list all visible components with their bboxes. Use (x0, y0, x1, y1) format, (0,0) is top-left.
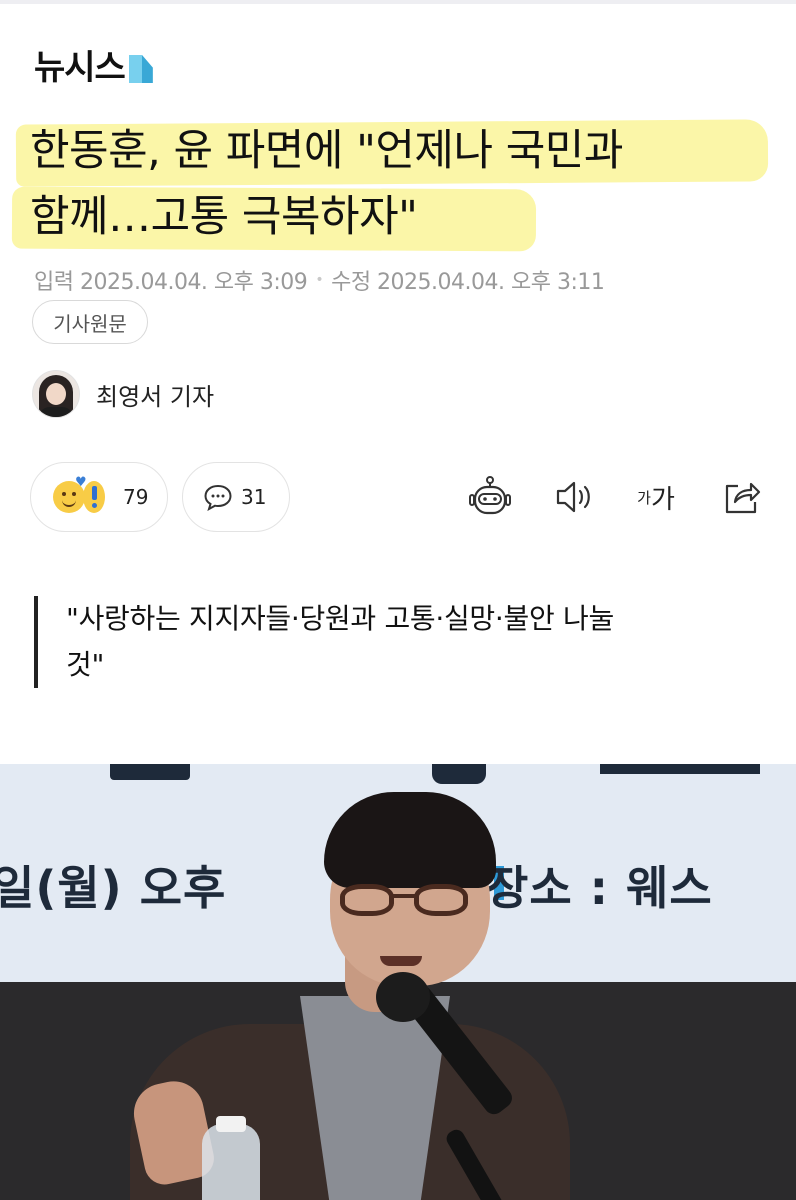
font-size-button[interactable]: 가가 (630, 474, 682, 520)
article-title: 한동훈, 윤 파면에 "언제나 국민과 함께…고통 극복하자" (30, 118, 770, 250)
microphone (376, 972, 430, 1022)
reporter-avatar (32, 370, 80, 418)
reaction-count: 79 (123, 485, 149, 509)
water-bottle (202, 1124, 260, 1200)
modified-time: 수정 2025.04.04. 오후 3:11 (331, 270, 605, 295)
article-subtitle-line1: "사랑하는 지지자들·당원과 고통·실망·불안 나눌 (66, 602, 614, 635)
reaction-emoji-icon: ♥ (53, 475, 115, 517)
article-meta: 입력 2025.04.04. 오후 3:09 • 수정 2025.04.04. … (34, 264, 605, 296)
meta-separator: • (315, 272, 324, 288)
summary-bot-button[interactable] (466, 474, 514, 520)
top-divider (0, 0, 796, 4)
comment-button[interactable]: 31 (182, 462, 290, 532)
reporter-info[interactable]: 최영서 기자 (32, 370, 214, 418)
share-icon (725, 482, 761, 514)
article-title-line2: 함께…고통 극복하자" (30, 192, 418, 242)
share-button[interactable] (720, 474, 764, 520)
news-logo[interactable]: 뉴시스 (34, 48, 153, 88)
banner-text-right: 장소 : 웨스 (486, 861, 713, 915)
comment-count: 31 (241, 485, 267, 509)
article-subtitle-line2: 것" (66, 648, 105, 681)
published-time: 입력 2025.04.04. 오후 3:09 (34, 270, 308, 295)
reaction-button[interactable]: ♥ 79 (30, 462, 168, 532)
speaker-glasses (336, 884, 476, 918)
article-title-line1: 한동훈, 윤 파면에 "언제나 국민과 (30, 126, 623, 176)
reporter-name: 최영서 기자 (96, 382, 215, 411)
robot-icon (469, 476, 511, 515)
original-article-button[interactable]: 기사원문 (32, 300, 148, 344)
font-size-small-label: 가 (637, 488, 651, 507)
speaker-icon (556, 481, 590, 513)
logo-text: 뉴시스 (34, 48, 126, 88)
article-photo[interactable]: 일(월) 오후 장소 : 웨스 (0, 764, 796, 1200)
article-subtitle: "사랑하는 지지자들·당원과 고통·실망·불안 나눌 것" (34, 596, 734, 688)
comment-icon (204, 484, 232, 511)
font-size-large-label: 가 (650, 484, 675, 515)
banner-text-left: 일(월) 오후 (0, 861, 227, 915)
read-aloud-button[interactable] (552, 474, 596, 520)
logo-mark-icon (128, 55, 153, 83)
